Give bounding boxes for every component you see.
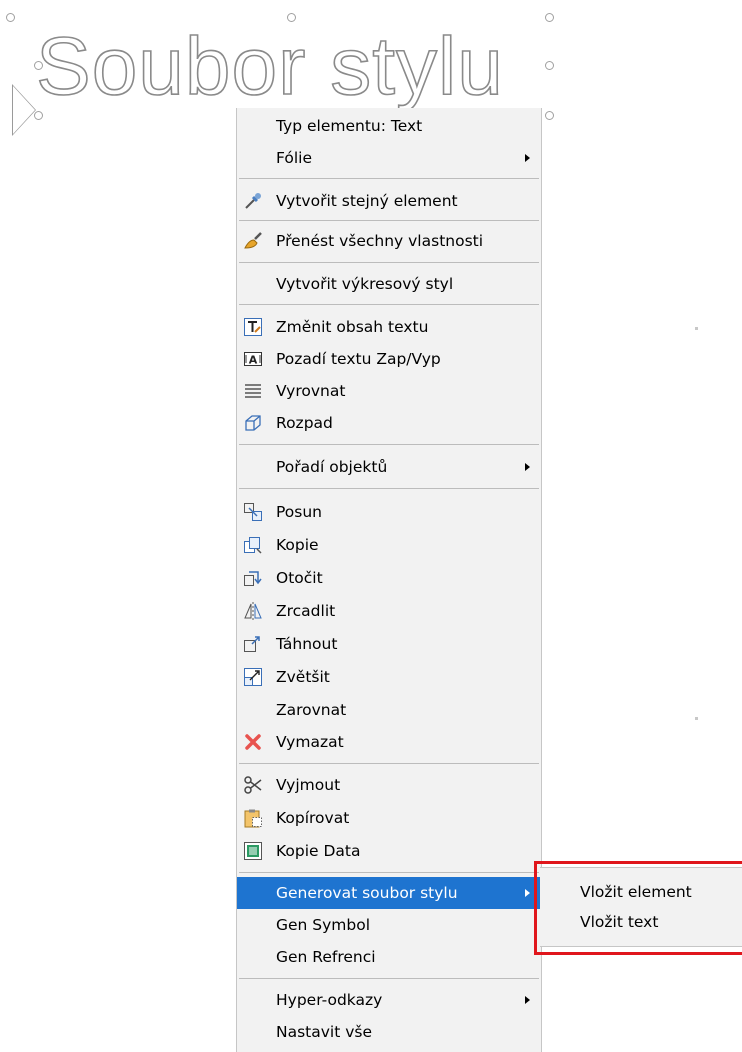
menu-item-align[interactable]: Vyrovnat (237, 375, 541, 407)
insertion-point-marker (12, 84, 36, 136)
selection-grip[interactable] (545, 111, 554, 120)
menu-separator (239, 444, 539, 445)
clipboard-icon (243, 808, 263, 828)
menu-item-move[interactable]: Posun (237, 496, 541, 528)
rotate-icon (243, 568, 263, 588)
edit-text-icon (243, 317, 263, 337)
brush-icon (243, 231, 263, 251)
mirror-icon (243, 601, 263, 621)
selection-grip[interactable] (34, 111, 43, 120)
menu-separator (239, 178, 539, 179)
menu-item-transfer-properties[interactable]: Přenést všechny vlastnosti (237, 225, 541, 257)
copy-object-icon (243, 535, 263, 555)
menu-item-create-same-element[interactable]: Vytvořit stejný element (237, 185, 541, 217)
submenu-arrow-icon (525, 463, 530, 471)
selection-grip[interactable] (6, 13, 15, 22)
submenu-arrow-icon (525, 154, 530, 162)
menu-item-generate-style-file[interactable]: Generovat soubor stylu (237, 877, 541, 909)
menu-item-object-order[interactable]: Pořadí objektů (237, 451, 541, 483)
selection-grip[interactable] (34, 61, 43, 70)
context-menu: Typ elementu: Text Fólie Vytvořit stejný… (236, 108, 542, 1052)
menu-item-change-text[interactable]: Změnit obsah textu (237, 311, 541, 343)
submenu-arrow-icon (525, 889, 530, 897)
cut-icon (243, 775, 263, 795)
menu-separator (239, 220, 539, 221)
menu-item-mirror[interactable]: Zrcadlit (237, 595, 541, 627)
menu-item-cut[interactable]: Vyjmout (237, 769, 541, 801)
menu-item-create-drawing-style[interactable]: Vytvořit výkresový styl (237, 268, 541, 300)
menu-item-scale[interactable]: Zvětšit (237, 661, 541, 693)
menu-item-delete[interactable]: Vymazat (237, 726, 541, 758)
menu-item-copy[interactable]: Kopie (237, 529, 541, 561)
submenu-arrow-icon (525, 996, 530, 1004)
selection-grip[interactable] (545, 13, 554, 22)
delete-icon (243, 732, 263, 752)
menu-separator (239, 262, 539, 263)
menu-item-text-background[interactable]: A Pozadí textu Zap/Vyp (237, 343, 541, 375)
menu-item-align-objects[interactable]: Zarovnat (237, 694, 541, 726)
align-lines-icon (243, 381, 263, 401)
menu-item-explode[interactable]: Rozpad (237, 407, 541, 439)
menu-item-copy-data[interactable]: Kopie Data (237, 835, 541, 867)
menu-separator (239, 872, 539, 873)
menu-item-set-all[interactable]: Nastavit vše (237, 1016, 541, 1048)
annotation-highlight-box (534, 861, 742, 955)
menu-separator (239, 978, 539, 979)
menu-item-element-type[interactable]: Typ elementu: Text (237, 110, 541, 142)
menu-separator (239, 304, 539, 305)
canvas-dot (695, 717, 698, 720)
explode-icon (243, 413, 263, 433)
menu-separator (239, 488, 539, 489)
menu-item-gen-reference[interactable]: Gen Refrenci (237, 941, 541, 973)
selection-grip[interactable] (287, 13, 296, 22)
menu-item-layers[interactable]: Fólie (237, 142, 541, 174)
menu-item-stretch[interactable]: Táhnout (237, 628, 541, 660)
menu-item-hyperlinks[interactable]: Hyper-odkazy (237, 984, 541, 1016)
scale-icon (243, 667, 263, 687)
svg-text:A: A (249, 354, 258, 367)
move-icon (243, 502, 263, 522)
selection-grip[interactable] (545, 61, 554, 70)
menu-item-rotate[interactable]: Otočit (237, 562, 541, 594)
eyedropper-icon (243, 191, 263, 211)
drawing-text-element[interactable]: Soubor stylu (35, 21, 504, 113)
menu-item-gen-symbol[interactable]: Gen Symbol (237, 909, 541, 941)
menu-item-clipboard-copy[interactable]: Kopírovat (237, 802, 541, 834)
stretch-icon (243, 634, 263, 654)
canvas-dot (695, 327, 698, 330)
copy-data-icon (243, 841, 263, 861)
menu-separator (239, 763, 539, 764)
text-background-icon: A (243, 349, 263, 369)
